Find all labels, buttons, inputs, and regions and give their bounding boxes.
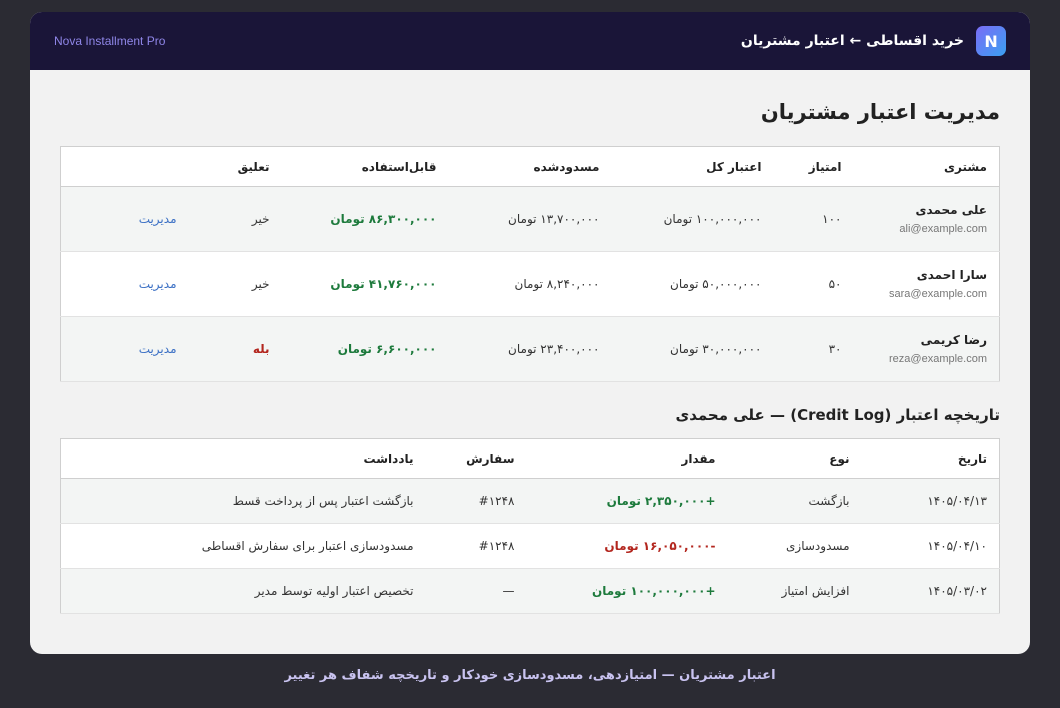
available-cell: ۴۱,۷۶۰,۰۰۰ تومان: [281, 251, 449, 317]
date-cell: ۱۴۰۵/۰۴/۱۰: [861, 523, 1000, 569]
suspended-cell: خیر: [188, 251, 282, 317]
date-cell: ۱۴۰۵/۰۳/۰۲: [861, 568, 1000, 614]
col-blocked: مسدودشده: [448, 146, 612, 187]
col-score: امتیاز: [773, 146, 854, 187]
credit-log-title: تاریخچه اعتبار (Credit Log) — علی محمدی: [675, 406, 1000, 424]
available-cell: ۶,۶۰۰,۰۰۰ تومان: [281, 316, 449, 382]
table-row: علی محمدی ali@example.com ۱۰۰ ۱۰۰,۰۰۰,۰۰…: [60, 186, 1000, 252]
blocked-cell: ۸,۲۴۰,۰۰۰ تومان: [448, 251, 612, 317]
table-row: رضا کریمی reza@example.com ۳۰ ۳۰,۰۰۰,۰۰۰…: [60, 316, 1000, 382]
suspended-cell: بله: [188, 316, 282, 382]
suspended-cell: خیر: [188, 186, 282, 252]
customer-name: رضا کریمی: [920, 333, 987, 347]
brand: N خرید اقساطی ← اعتبار مشتریان: [741, 26, 1006, 56]
product-name: Nova Installment Pro: [54, 34, 166, 48]
blocked-cell: ۱۳,۷۰۰,۰۰۰ تومان: [448, 186, 612, 252]
table-row: سارا احمدی sara@example.com ۵۰ ۵۰,۰۰۰,۰۰…: [60, 251, 1000, 317]
order-cell: —: [425, 568, 527, 614]
col-available: قابل‌استفاده: [281, 146, 449, 187]
log-header-row: تاریخ نوع مقدار سفارش یادداشت: [60, 438, 1000, 479]
type-cell: بازگشت: [727, 478, 862, 524]
col-type: نوع: [727, 438, 862, 479]
total-credit-cell: ۱۰۰,۰۰۰,۰۰۰ تومان: [611, 186, 774, 252]
score-cell: ۵۰: [773, 251, 854, 317]
logo: N: [976, 26, 1006, 56]
customer-email: reza@example.com: [889, 353, 987, 365]
col-order: سفارش: [425, 438, 527, 479]
score-cell: ۳۰: [773, 316, 854, 382]
table-row: ۱۴۰۵/۰۴/۱۳ بازگشت +۲,۳۵۰,۰۰۰ تومان #۱۲۴۸…: [60, 478, 1000, 524]
table-row: ۱۴۰۵/۰۴/۱۰ مسدودسازی -۱۶,۰۵۰,۰۰۰ تومان #…: [60, 523, 1000, 569]
col-date: تاریخ: [861, 438, 1000, 479]
col-actions: [60, 146, 189, 187]
score-cell: ۱۰۰: [773, 186, 854, 252]
table-row: ۱۴۰۵/۰۳/۰۲ افزایش امتیاز +۱۰۰,۰۰۰,۰۰۰ تو…: [60, 568, 1000, 614]
note-cell: بازگشت اعتبار پس از پرداخت قسط: [60, 478, 426, 524]
manage-link[interactable]: مدیریت: [139, 212, 177, 226]
customers-table: مشتری امتیاز اعتبار کل مسدودشده قابل‌است…: [60, 146, 1000, 382]
col-amount: مقدار: [526, 438, 728, 479]
col-suspended: تعلیق: [188, 146, 282, 187]
customer-name: سارا احمدی: [916, 268, 987, 282]
customer-name: علی محمدی: [915, 203, 987, 217]
customers-header-row: مشتری امتیاز اعتبار کل مسدودشده قابل‌است…: [60, 146, 1000, 187]
app-window: N خرید اقساطی ← اعتبار مشتریان Nova Inst…: [30, 12, 1030, 654]
customer-email: ali@example.com: [899, 223, 987, 235]
col-customer: مشتری: [853, 146, 1000, 187]
main-content: مدیریت اعتبار مشتریان مشتری امتیاز اعتبا…: [30, 70, 1030, 614]
credit-log-table: تاریخ نوع مقدار سفارش یادداشت ۱۴۰۵/۰۴/۱۳…: [60, 438, 1000, 614]
amount-cell: -۱۶,۰۵۰,۰۰۰ تومان: [526, 523, 728, 569]
top-bar: N خرید اقساطی ← اعتبار مشتریان Nova Inst…: [30, 12, 1030, 70]
order-cell: #۱۲۴۸: [425, 523, 527, 569]
order-cell: #۱۲۴۸: [425, 478, 527, 524]
total-credit-cell: ۵۰,۰۰۰,۰۰۰ تومان: [611, 251, 774, 317]
amount-cell: +۱۰۰,۰۰۰,۰۰۰ تومان: [526, 568, 728, 614]
col-total-credit: اعتبار کل: [611, 146, 774, 187]
note-cell: تخصیص اعتبار اولیه توسط مدیر: [60, 568, 426, 614]
footer-caption: اعتبار مشتریان — امتیازدهی، مسدودسازی خو…: [284, 668, 776, 683]
page-title: مدیریت اعتبار مشتریان: [760, 100, 1000, 124]
customer-cell: سارا احمدی sara@example.com: [853, 251, 1000, 317]
col-note: یادداشت: [60, 438, 426, 479]
type-cell: مسدودسازی: [727, 523, 862, 569]
type-cell: افزایش امتیاز: [727, 568, 862, 614]
amount-cell: +۲,۳۵۰,۰۰۰ تومان: [526, 478, 728, 524]
breadcrumb: خرید اقساطی ← اعتبار مشتریان: [740, 33, 964, 49]
customer-cell: علی محمدی ali@example.com: [853, 186, 1000, 252]
available-cell: ۸۶,۳۰۰,۰۰۰ تومان: [281, 186, 449, 252]
date-cell: ۱۴۰۵/۰۴/۱۳: [861, 478, 1000, 524]
customer-cell: رضا کریمی reza@example.com: [853, 316, 1000, 382]
customer-email: sara@example.com: [889, 288, 987, 300]
manage-link[interactable]: مدیریت: [139, 342, 177, 356]
manage-link[interactable]: مدیریت: [139, 277, 177, 291]
total-credit-cell: ۳۰,۰۰۰,۰۰۰ تومان: [611, 316, 774, 382]
blocked-cell: ۲۳,۴۰۰,۰۰۰ تومان: [448, 316, 612, 382]
note-cell: مسدودسازی اعتبار برای سفارش اقساطی: [60, 523, 426, 569]
